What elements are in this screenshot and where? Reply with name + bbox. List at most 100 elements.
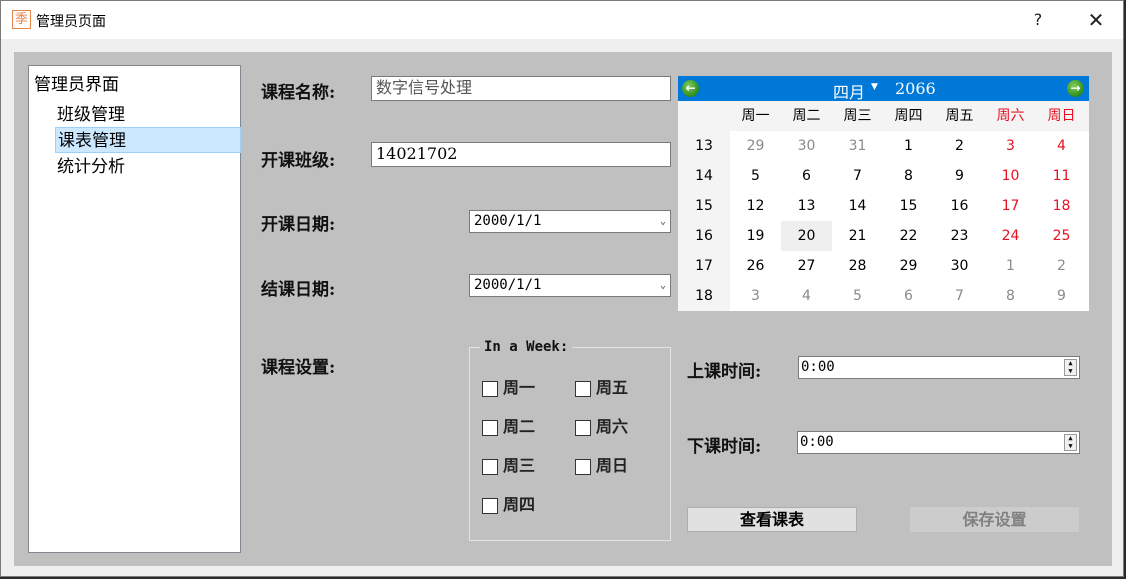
tree-root[interactable]: 管理员界面	[34, 72, 119, 98]
calendar-day[interactable]: 26	[730, 251, 781, 281]
calendar-day[interactable]: 23	[934, 221, 985, 251]
calendar-day[interactable]: 27	[781, 251, 832, 281]
calendar-day[interactable]: 3	[730, 281, 781, 311]
checkbox-box[interactable]	[575, 459, 591, 475]
calendar-day[interactable]: 9	[1036, 281, 1087, 311]
calendar-day[interactable]: 24	[985, 221, 1036, 251]
caret-down-icon[interactable]: ▼	[871, 82, 878, 92]
help-button[interactable]: ?	[1021, 1, 1055, 39]
title-bar: 季 管理员页面 ? ✕	[1, 1, 1123, 39]
checkbox-box[interactable]	[575, 420, 591, 436]
calendar-day[interactable]: 29	[883, 251, 934, 281]
week-number: 13	[695, 138, 713, 154]
course-settings-label: 课程设置:	[261, 358, 336, 378]
calendar-day[interactable]: 16	[934, 191, 985, 221]
end-date-picker[interactable]: 2000/1/1 ⌄	[469, 274, 671, 297]
class-input[interactable]: 14021702	[371, 142, 671, 167]
admin-window: 季 管理员页面 ? ✕ 管理员界面 班级管理 课表管理 统计分析 课程名称: 数…	[0, 0, 1124, 577]
calendar-day[interactable]: 12	[730, 191, 781, 221]
calendar-day[interactable]: 7	[934, 281, 985, 311]
calendar-day[interactable]: 4	[781, 281, 832, 311]
class-label: 开课班级:	[261, 151, 336, 171]
calendar-day[interactable]: 7	[832, 161, 883, 191]
checkbox-box[interactable]	[482, 420, 498, 436]
week-number: 15	[695, 198, 713, 214]
arrow-left-icon[interactable]: ←	[682, 80, 699, 97]
spin-down-icon[interactable]: ▼	[1065, 368, 1076, 375]
chevron-down-icon: ⌄	[659, 280, 666, 291]
start-time-value: 0:00	[801, 359, 835, 375]
calendar-day[interactable]: 21	[832, 221, 883, 251]
week-groupbox: In a Week: 周一 周二 周三 周四 周五 周六 周日	[469, 339, 671, 541]
calendar-day[interactable]: 20	[781, 221, 832, 251]
calendar-day[interactable]: 10	[985, 161, 1036, 191]
calendar-day[interactable]: 5	[730, 161, 781, 191]
end-time-input[interactable]: 0:00 ▲ ▼	[797, 431, 1080, 454]
calendar-day[interactable]: 8	[985, 281, 1036, 311]
weekday-header: 周三	[843, 108, 872, 124]
spin-up-icon[interactable]: ▲	[1065, 360, 1076, 367]
week-number: 17	[695, 258, 713, 274]
calendar-day[interactable]: 1	[985, 251, 1036, 281]
calendar-year[interactable]: 2066	[895, 79, 936, 98]
save-settings-button[interactable]: 保存设置	[910, 507, 1079, 532]
month-calendar[interactable]: ← 四月 ▼ 2066 → 周一 周二 周三 周四 周五 周六 周日 13 14 15 16 17 18…	[678, 76, 1089, 311]
calendar-day[interactable]: 8	[883, 161, 934, 191]
start-time-input[interactable]: 0:00 ▲ ▼	[798, 356, 1080, 379]
end-time-spinner[interactable]: ▲ ▼	[1064, 434, 1077, 451]
app-icon: 季	[12, 10, 31, 29]
calendar-day[interactable]: 6	[781, 161, 832, 191]
calendar-day[interactable]: 13	[781, 191, 832, 221]
calendar-day[interactable]: 3	[985, 131, 1036, 161]
calendar-day[interactable]: 31	[832, 131, 883, 161]
arrow-right-icon[interactable]: →	[1067, 80, 1084, 97]
calendar-day[interactable]: 15	[883, 191, 934, 221]
calendar-day[interactable]: 9	[934, 161, 985, 191]
checkbox-box[interactable]	[482, 459, 498, 475]
weekday-header: 周二	[792, 108, 821, 124]
calendar-header: ← 四月 ▼ 2066 →	[678, 76, 1089, 103]
start-date-label: 开课日期:	[261, 215, 336, 235]
checkbox-label: 周日	[596, 456, 629, 475]
calendar-day[interactable]: 30	[934, 251, 985, 281]
end-time-value: 0:00	[800, 434, 834, 450]
calendar-day[interactable]: 11	[1036, 161, 1087, 191]
weekday-header: 周五	[945, 108, 974, 124]
weekday-header: 周四	[894, 108, 923, 124]
calendar-day[interactable]: 29	[730, 131, 781, 161]
start-time-spinner[interactable]: ▲ ▼	[1064, 359, 1077, 376]
calendar-day[interactable]: 4	[1036, 131, 1087, 161]
calendar-day[interactable]: 2	[1036, 251, 1087, 281]
tree-item-statistics[interactable]: 统计分析	[55, 154, 241, 180]
calendar-day[interactable]: 17	[985, 191, 1036, 221]
checkbox-box[interactable]	[482, 498, 498, 514]
calendar-day[interactable]: 30	[781, 131, 832, 161]
weekday-header: 周一	[741, 108, 770, 124]
week-number: 16	[695, 228, 713, 244]
calendar-day[interactable]: 5	[832, 281, 883, 311]
spin-up-icon[interactable]: ▲	[1065, 435, 1076, 442]
start-date-picker[interactable]: 2000/1/1 ⌄	[469, 210, 671, 233]
calendar-day[interactable]: 14	[832, 191, 883, 221]
calendar-day[interactable]: 25	[1036, 221, 1087, 251]
calendar-day[interactable]: 28	[832, 251, 883, 281]
checkbox-label: 周三	[503, 456, 536, 475]
checkbox-box[interactable]	[482, 381, 498, 397]
spin-down-icon[interactable]: ▼	[1065, 443, 1076, 450]
start-date-value: 2000/1/1	[474, 213, 542, 229]
calendar-day[interactable]: 2	[934, 131, 985, 161]
calendar-day[interactable]: 19	[730, 221, 781, 251]
chevron-down-icon: ⌄	[659, 216, 666, 227]
calendar-day[interactable]: 22	[883, 221, 934, 251]
close-button[interactable]: ✕	[1073, 1, 1119, 39]
calendar-day[interactable]: 18	[1036, 191, 1087, 221]
calendar-day[interactable]: 1	[883, 131, 934, 161]
view-schedule-button[interactable]: 查看课表	[687, 507, 857, 532]
calendar-month[interactable]: 四月	[833, 79, 865, 103]
course-name-input[interactable]: 数字信号处理	[371, 76, 671, 101]
tree-item-class-management[interactable]: 班级管理	[55, 102, 241, 128]
checkbox-label: 周二	[503, 417, 536, 436]
checkbox-box[interactable]	[575, 381, 591, 397]
calendar-day[interactable]: 6	[883, 281, 934, 311]
tree-item-schedule-management[interactable]: 课表管理	[55, 127, 241, 153]
